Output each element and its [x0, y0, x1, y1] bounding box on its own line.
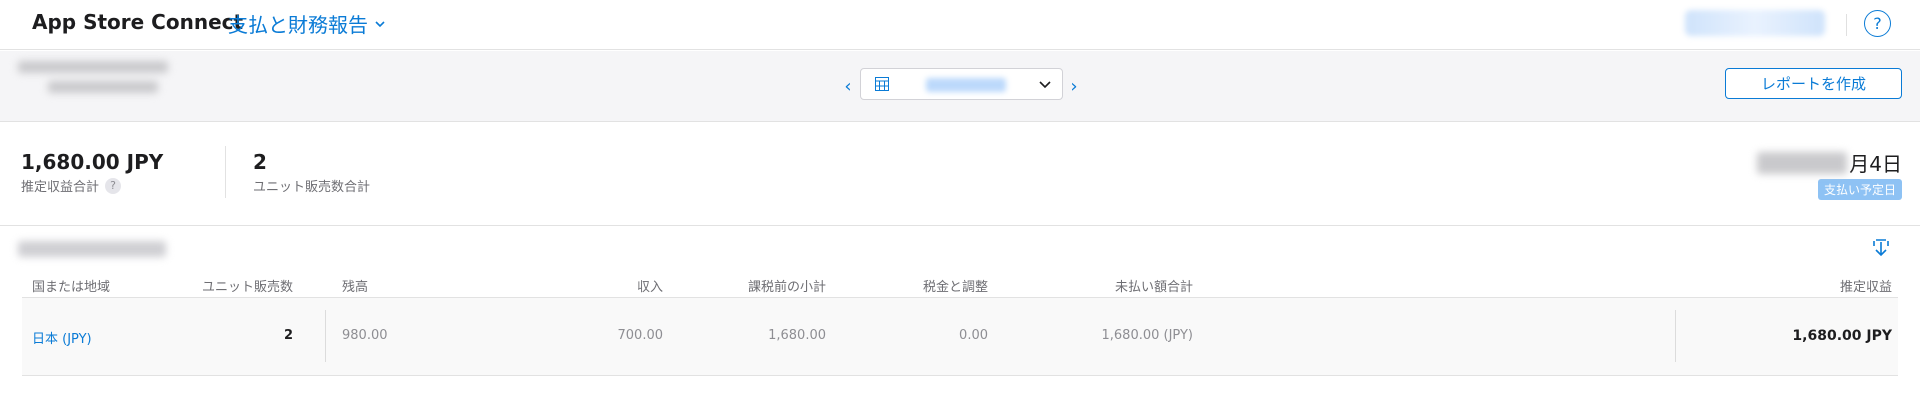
provider-name	[18, 61, 170, 99]
units-stat: 2 ユニット販売数合計	[253, 150, 370, 195]
balance-cell: 980.00	[342, 328, 388, 343]
summary-divider	[225, 146, 226, 198]
column-header-balance[interactable]: 残高	[342, 276, 368, 295]
column-header-income[interactable]: 収入	[637, 276, 663, 295]
create-report-button[interactable]: レポートを作成	[1725, 68, 1902, 99]
download-icon[interactable]	[1872, 238, 1890, 260]
chevron-down-icon[interactable]	[1038, 77, 1052, 91]
column-header-estimated-revenue[interactable]: 推定収益	[1840, 276, 1892, 295]
payment-date-badge: 支払い予定日	[1817, 179, 1902, 200]
estimated-revenue-cell: 1,680.00 JPY	[1792, 328, 1892, 344]
table-title	[18, 241, 166, 257]
chevron-down-icon[interactable]	[374, 18, 386, 30]
help-icon[interactable]: ?	[1864, 10, 1891, 37]
pretax-subtotal-cell: 1,680.00	[768, 328, 826, 343]
table-row: 日本 (JPY) 2 980.00 700.00 1,680.00 0.00 1…	[22, 298, 1898, 376]
summary-panel: 1,680.00 JPY 推定収益合計 ? 2 ユニット販売数合計 月4日 支払…	[0, 122, 1920, 226]
estimated-revenue-label: 推定収益合計	[21, 180, 100, 195]
calendar-icon	[875, 77, 889, 91]
region-link[interactable]: 日本 (JPY)	[32, 328, 92, 347]
units-label: ユニット販売数合計	[253, 180, 371, 195]
table-header: 国または地域 ユニット販売数 残高 収入 課税前の小計 税金と調整 未払い額合計…	[22, 266, 1898, 298]
estimated-revenue-total: 1,680.00 JPY	[21, 150, 164, 174]
column-divider	[1675, 310, 1676, 362]
section-title[interactable]: 支払と財務報告	[228, 9, 368, 38]
column-header-tax-adjustments[interactable]: 税金と調整	[923, 276, 988, 295]
selected-period	[926, 78, 1006, 92]
account-menu[interactable]	[1685, 10, 1825, 36]
payment-date-day: 月4日	[1849, 152, 1902, 176]
payment-date: 月4日 支払い予定日	[1757, 148, 1902, 200]
payment-date-redacted	[1757, 151, 1848, 174]
estimated-revenue-stat: 1,680.00 JPY 推定収益合計 ?	[21, 150, 163, 195]
column-header-pretax-subtotal[interactable]: 課税前の小計	[748, 276, 826, 295]
app-header: App Store Connect 支払と財務報告 ?	[0, 0, 1920, 50]
income-cell: 700.00	[617, 328, 664, 343]
next-period-button[interactable]: ›	[1064, 74, 1084, 98]
column-header-unpaid-total[interactable]: 未払い額合計	[1115, 276, 1193, 295]
help-icon[interactable]: ?	[105, 177, 122, 194]
units-total: 2	[253, 150, 267, 174]
section-menu[interactable]: 支払と財務報告	[228, 9, 386, 38]
tax-adjustments-cell: 0.00	[959, 328, 988, 343]
unpaid-total-cell: 1,680.00 (JPY)	[1101, 328, 1194, 343]
app-title[interactable]: App Store Connect	[32, 10, 243, 34]
units-cell: 2	[283, 328, 293, 343]
column-header-region[interactable]: 国または地域	[32, 276, 110, 295]
report-toolbar: ‹ › レポートを作成	[0, 51, 1920, 122]
period-select[interactable]	[860, 68, 1063, 100]
header-divider	[1846, 14, 1847, 36]
previous-period-button[interactable]: ‹	[838, 74, 858, 98]
column-header-units[interactable]: ユニット販売数	[202, 276, 293, 295]
column-divider	[325, 310, 326, 362]
sales-table-section: 国または地域 ユニット販売数 残高 収入 課税前の小計 税金と調整 未払い額合計…	[0, 226, 1920, 413]
